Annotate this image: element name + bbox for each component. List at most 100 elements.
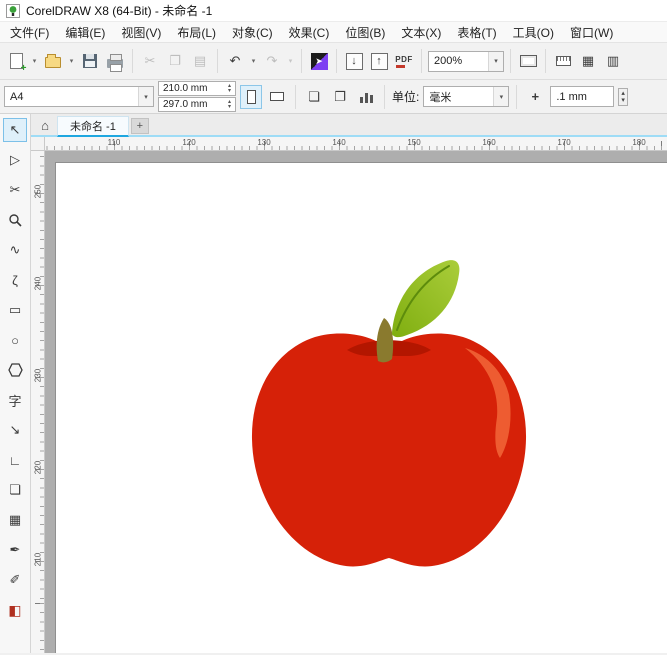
chevron-down-icon[interactable]: ▾ [493,87,509,106]
ruler-label: 240 [33,276,43,291]
menu-item-object[interactable]: 对象(C) [224,22,281,43]
import-button[interactable]: ↓ [343,49,365,73]
show-rulers-button[interactable] [552,49,574,73]
menu-item-text[interactable]: 文本(X) [393,22,449,43]
vertical-ruler[interactable]: 250 240 230 220 210 [31,151,45,653]
menu-item-tools[interactable]: 工具(O) [505,22,562,43]
eyedropper-icon: ✒ [9,542,21,557]
zoom-tool[interactable] [3,208,27,232]
toolbar-separator [384,84,385,109]
zoom-level-value: 200% [434,55,463,67]
fill-icon: ◧ [8,601,22,618]
redo-button[interactable]: ↷ [261,49,283,73]
eyedropper-tool[interactable]: ✒ [3,538,27,562]
menu-item-table[interactable]: 表格(T) [449,22,504,43]
ruler-label: 110 [107,138,121,147]
all-pages-button[interactable]: ❐ [329,85,351,109]
ruler-label: 230 [33,368,43,383]
toolbar-separator [217,49,218,73]
ruler-icon [555,56,571,66]
new-tab-button[interactable]: + [130,118,149,134]
undo-dropdown[interactable]: ▾ [249,57,258,65]
polygon-tool[interactable] [3,358,27,382]
new-document-button[interactable] [5,49,27,74]
ruler-label: 120 [182,138,196,147]
drop-shadow-tool[interactable]: ❏ [3,478,27,502]
zoom-level-combo[interactable]: 200% ▾ [428,50,504,72]
open-button[interactable] [42,49,64,73]
nudge-stepper[interactable]: ▴ ▾ [618,87,628,106]
document-tab-bar: ⌂ 未命名 -1 + [31,114,667,137]
menu-item-layout[interactable]: 布局(L) [169,22,224,43]
grid-options-button[interactable]: ▥ [602,49,624,73]
open-dropdown[interactable]: ▾ [67,57,76,65]
chevron-down-icon[interactable]: ▾ [488,51,503,71]
bar-chart-icon [359,90,373,103]
open-folder-icon [45,54,61,68]
menu-bar: 文件(F) 编辑(E) 视图(V) 布局(L) 对象(C) 效果(C) 位图(B… [0,22,667,43]
text-tool[interactable]: 字 [3,388,27,412]
export-button[interactable]: ↑ [368,49,390,73]
crop-tool[interactable]: ✂ [3,178,27,202]
current-page-button[interactable]: ❏ [303,85,325,109]
portrait-button[interactable] [240,84,262,109]
launcher-icon: ➤ [310,52,328,70]
nudge-distance-field[interactable]: .1 mm [550,86,615,107]
rectangle-tool[interactable]: ▭ [3,298,27,322]
crop-icon: ✂ [9,182,21,197]
new-document-dropdown[interactable]: ▾ [30,57,39,65]
pick-tool[interactable]: ↖ [3,118,27,142]
ruler-origin-corner[interactable] [31,137,45,151]
freehand-tool[interactable]: ∿ [3,238,27,262]
paste-button[interactable]: ▤ [189,49,211,73]
drawing-canvas[interactable] [45,151,667,653]
dimension-tool[interactable]: ↘ [3,418,27,442]
page-width-field[interactable]: 210.0 mm ▴ ▾ [158,81,236,96]
outline-pen-tool[interactable]: ✐ [3,568,27,592]
page-height-field[interactable]: 297.0 mm ▴ ▾ [158,97,236,112]
shape-tool[interactable]: ▷ [3,148,27,172]
menu-item-bitmaps[interactable]: 位图(B) [337,22,393,43]
redo-dropdown[interactable]: ▾ [286,57,295,65]
ruler-label: 210 [33,552,43,567]
toolbar-separator [421,49,422,73]
coreldraw-logo-icon [6,3,20,18]
fullscreen-icon [519,55,537,67]
publish-pdf-button[interactable]: PDF [393,49,415,73]
height-stepper[interactable]: ▴ ▾ [228,99,231,110]
chevron-down-icon[interactable]: ▾ [138,87,153,106]
page-size-combo[interactable]: A4 ▾ [4,86,154,107]
connector-tool[interactable]: ∟ [3,448,27,472]
save-button[interactable] [79,49,101,73]
fill-tool[interactable]: ◧ [3,598,27,622]
document-area: ⌂ 未命名 -1 + 110 120 130 140 150 160 170 1… [31,114,667,653]
drop-shadow-icon: ❏ [9,482,21,497]
launcher-button[interactable]: ➤ [308,49,330,73]
transparency-tool[interactable]: ▦ [3,508,27,532]
units-combo[interactable]: 毫米 ▾ [423,86,510,107]
print-button[interactable] [104,49,126,73]
page-metrics-button[interactable] [355,85,377,109]
polygon-icon [7,363,23,377]
freehand-icon: ∿ [9,242,21,257]
menu-item-effects[interactable]: 效果(C) [281,22,338,43]
home-tab-button[interactable]: ⌂ [33,115,57,135]
horizontal-ruler[interactable]: 110 120 130 140 150 160 170 180 [45,137,667,151]
width-stepper[interactable]: ▴ ▾ [228,83,231,94]
nudge-icon: + [531,89,540,104]
document-tab-active[interactable]: 未命名 -1 [57,116,129,137]
ellipse-tool[interactable]: ○ [3,328,27,352]
cut-button[interactable]: ✂ [139,49,161,73]
menu-item-window[interactable]: 窗口(W) [562,22,621,43]
menu-item-view[interactable]: 视图(V) [113,22,169,43]
landscape-button[interactable] [266,85,288,109]
undo-button[interactable]: ↶ [224,49,246,73]
copy-button[interactable]: ❐ [164,49,186,73]
bezier-tool[interactable]: ζ [3,268,27,292]
show-grid-button[interactable]: ▦ [577,49,599,73]
apple-graphic[interactable] [45,151,666,653]
menu-item-file[interactable]: 文件(F) [2,22,57,43]
menu-item-edit[interactable]: 编辑(E) [57,22,113,43]
nudge-offset-button[interactable]: + [524,85,546,109]
fullscreen-preview-button[interactable] [517,49,539,73]
